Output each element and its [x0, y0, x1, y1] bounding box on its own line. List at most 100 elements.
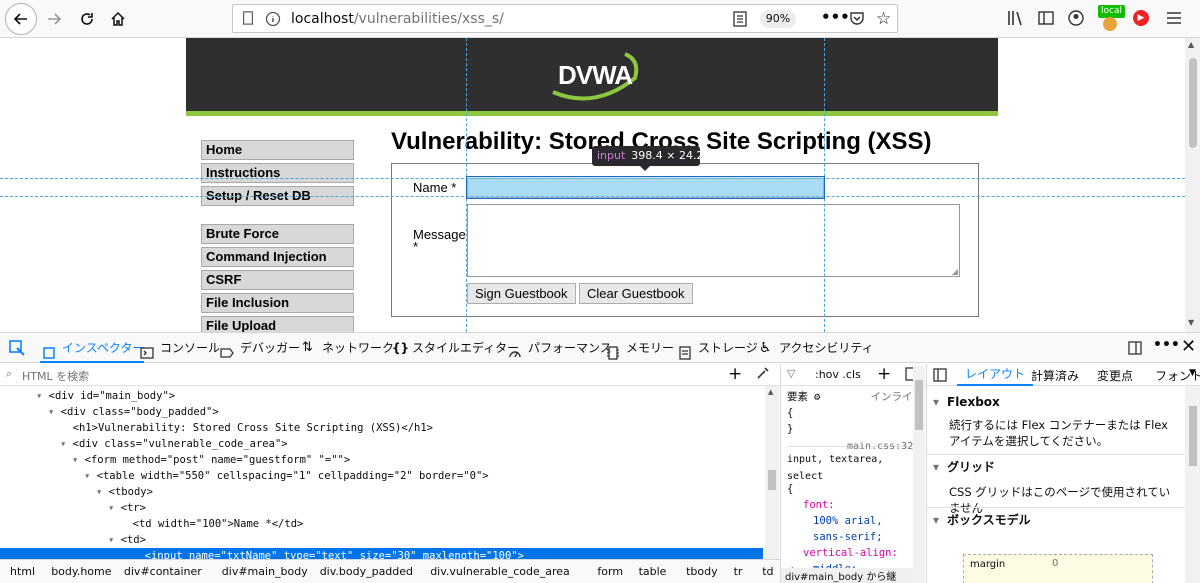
menu-file-inclusion[interactable]: File Inclusion [201, 293, 354, 313]
css-prop-vertical-align[interactable]: vertical-align: [787, 545, 909, 561]
layout-scrollbar-thumb[interactable] [1189, 406, 1197, 466]
html-search-input[interactable]: HTML を検索 [22, 368, 89, 384]
scroll-up-icon[interactable]: ▲ [1188, 40, 1194, 49]
eyedropper-icon[interactable] [756, 366, 770, 380]
tab-inspector[interactable]: インスペクター [40, 333, 145, 363]
tab-console[interactable]: コンソール [138, 333, 220, 363]
expand-twisty-icon[interactable]: ▾ [36, 390, 49, 402]
account-icon[interactable] [1068, 10, 1084, 26]
expand-twisty-icon[interactable]: ▾ [60, 438, 73, 450]
breadcrumb-item[interactable]: div#main_body [222, 565, 308, 578]
resize-handle-icon[interactable]: ◢ [952, 267, 958, 276]
url-bar[interactable]: localhost/vulnerabilities/xss_s/ 90% •••… [232, 4, 898, 33]
menu-icon[interactable] [1165, 9, 1183, 27]
boxmodel-section-header[interactable]: ボックスモデル [927, 507, 1185, 532]
tab-performance[interactable]: パフォーマンス [506, 333, 612, 363]
more-options-icon[interactable]: ••• [1153, 337, 1180, 353]
tab-accessibility[interactable]: ♿ アクセシビリティ [757, 333, 874, 363]
youtube-icon[interactable]: ▶ [1133, 10, 1149, 26]
home-button[interactable] [104, 5, 132, 33]
reload-button[interactable] [73, 5, 101, 33]
add-rule-icon[interactable]: + [877, 364, 891, 384]
clear-guestbook-button[interactable]: Clear Guestbook [579, 283, 693, 304]
expand-twisty-icon[interactable]: ▾ [72, 454, 85, 466]
extension-icon[interactable] [1103, 17, 1117, 31]
html-node[interactable]: ▾ <form method="post" name="guestform" "… [0, 452, 763, 468]
sidebar-icon[interactable] [1038, 10, 1054, 26]
menu-csrf[interactable]: CSRF [201, 270, 354, 290]
menu-command-injection[interactable]: Command Injection [201, 247, 354, 267]
expand-twisty-icon[interactable]: ▾ [96, 486, 109, 498]
expand-twisty-icon[interactable]: ▾ [108, 534, 121, 546]
tab-overflow-icon[interactable]: ▼ [1189, 368, 1196, 378]
breadcrumb-item[interactable]: tr [734, 565, 743, 578]
dock-icon[interactable] [1128, 341, 1142, 355]
tab-computed[interactable]: 計算済み [1031, 367, 1079, 384]
tab-changes[interactable]: 変更点 [1097, 367, 1133, 384]
breadcrumb-item[interactable]: div.vulnerable_code_area [430, 565, 570, 578]
breadcrumb-item[interactable]: div.body_padded [320, 565, 413, 578]
breadcrumb-item[interactable]: div#container [124, 565, 202, 578]
grid-section-header[interactable]: グリッド [927, 454, 1185, 479]
html-node[interactable]: <h1>Vulnerability: Stored Cross Site Scr… [0, 420, 763, 436]
back-button[interactable] [5, 3, 37, 35]
element-picker-icon[interactable] [8, 339, 26, 357]
css-prop-font[interactable]: font: [787, 497, 909, 513]
scroll-down-icon[interactable]: ▼ [1188, 318, 1194, 327]
html-node[interactable]: ▾ <tbody> [0, 484, 763, 500]
page-actions-icon[interactable]: ••• [821, 8, 850, 26]
css-value-font[interactable]: 100% arial, sans-serif; [787, 513, 909, 545]
tab-network[interactable]: ⇅ ネットワーク [300, 333, 394, 363]
markup-scroll-up-icon[interactable]: ▲ [768, 388, 773, 396]
menu-instructions[interactable]: Instructions [201, 163, 354, 183]
breadcrumb-item[interactable]: td [762, 565, 773, 578]
tab-memory[interactable]: メモリー [604, 333, 674, 363]
forward-button[interactable] [40, 5, 68, 33]
breadcrumb-item[interactable]: body.home [51, 565, 111, 578]
tab-storage[interactable]: ストレージ [676, 333, 758, 363]
markup-scrollbar-thumb[interactable] [768, 470, 776, 490]
rule-selector[interactable]: input, textarea, select [787, 454, 883, 482]
pseudo-class-toggle[interactable]: :hov .cls [815, 368, 861, 381]
markup-scrollbar[interactable]: ▲ ▼ [765, 386, 779, 583]
reader-view-icon[interactable] [733, 11, 747, 27]
add-node-icon[interactable]: + [728, 364, 742, 384]
toggle-panel-icon[interactable] [933, 368, 947, 382]
menu-home[interactable]: Home [201, 140, 354, 160]
html-node[interactable]: ▾ <tr> [0, 500, 763, 516]
rules-scrollbar[interactable] [913, 366, 925, 583]
close-icon[interactable]: ✕ [1181, 336, 1196, 357]
tab-layout[interactable]: レイアウト [957, 364, 1034, 386]
rule-source-link[interactable]: main.css:32 [847, 439, 913, 455]
breadcrumb-item[interactable]: form [597, 565, 623, 578]
html-node[interactable]: <td width="100">Name *</td> [0, 516, 763, 532]
zoom-level[interactable]: 90% [760, 10, 796, 28]
menu-file-upload[interactable]: File Upload [201, 316, 354, 332]
breadcrumb-item[interactable]: tbody [686, 565, 718, 578]
info-icon[interactable] [265, 11, 281, 27]
message-textarea[interactable]: ◢ [467, 204, 960, 277]
tab-style-editor[interactable]: {} スタイルエディター [390, 333, 519, 363]
html-node[interactable]: ▾ <td> [0, 532, 763, 548]
sign-guestbook-button[interactable]: Sign Guestbook [467, 283, 576, 304]
expand-twisty-icon[interactable]: ▾ [84, 470, 97, 482]
rules-scrollbar-thumb[interactable] [915, 380, 923, 430]
page-scrollbar[interactable]: ▲ ▼ [1185, 38, 1200, 332]
html-node[interactable]: ▾ <div class="vulnerable_code_area"> [0, 436, 763, 452]
page-scrollbar-thumb[interactable] [1189, 58, 1197, 148]
margin-value[interactable]: 0 [1052, 558, 1058, 569]
html-node[interactable]: ▾ <table width="550" cellspacing="1" cel… [0, 468, 763, 484]
menu-brute-force[interactable]: Brute Force [201, 224, 354, 244]
library-icon[interactable] [1006, 9, 1024, 27]
layout-scrollbar[interactable] [1185, 386, 1200, 583]
tab-debugger[interactable]: デバッガー [218, 333, 300, 363]
html-node[interactable]: ▾ <div class="body_padded"> [0, 404, 763, 420]
expand-twisty-icon[interactable]: ▾ [48, 406, 61, 418]
expand-twisty-icon[interactable]: ▾ [108, 502, 121, 514]
star-icon[interactable]: ☆ [876, 9, 891, 29]
breadcrumb-item[interactable]: table [639, 565, 667, 578]
pocket-icon[interactable] [849, 10, 865, 26]
flexbox-section-header[interactable]: Flexbox [927, 390, 1185, 414]
extension-local-badge[interactable]: local [1098, 5, 1125, 18]
breadcrumb-item[interactable]: html [10, 565, 35, 578]
